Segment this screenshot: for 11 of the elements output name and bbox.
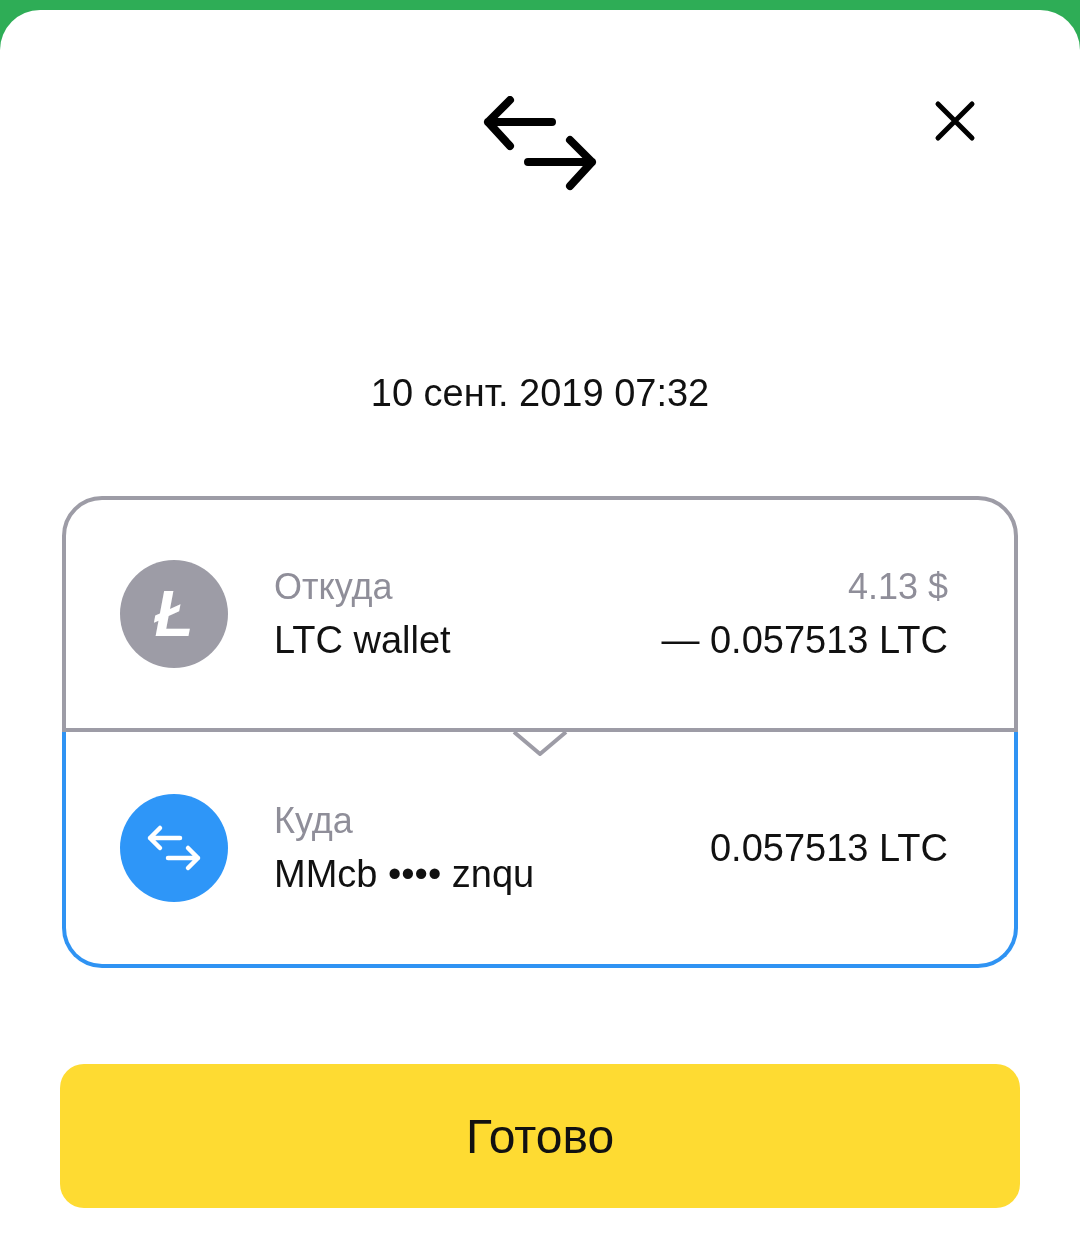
close-button[interactable] bbox=[934, 100, 976, 142]
crypto-amount: 0.057513 LTC bbox=[709, 826, 948, 871]
account-name: LTC wallet bbox=[274, 618, 452, 663]
transaction-date: 10 сент. 2019 07:32 bbox=[369, 371, 711, 416]
section-label: Откуда bbox=[274, 565, 394, 609]
section-label: Куда bbox=[274, 799, 354, 843]
done-button[interactable]: Готово bbox=[60, 1064, 1020, 1208]
crypto-amount: — 0.057513 LTC bbox=[661, 618, 948, 663]
litecoin-icon: Ł bbox=[120, 560, 228, 668]
account-name: MMcb •••• znqu bbox=[274, 852, 536, 897]
fiat-amount: 4.13 $ bbox=[847, 565, 948, 609]
